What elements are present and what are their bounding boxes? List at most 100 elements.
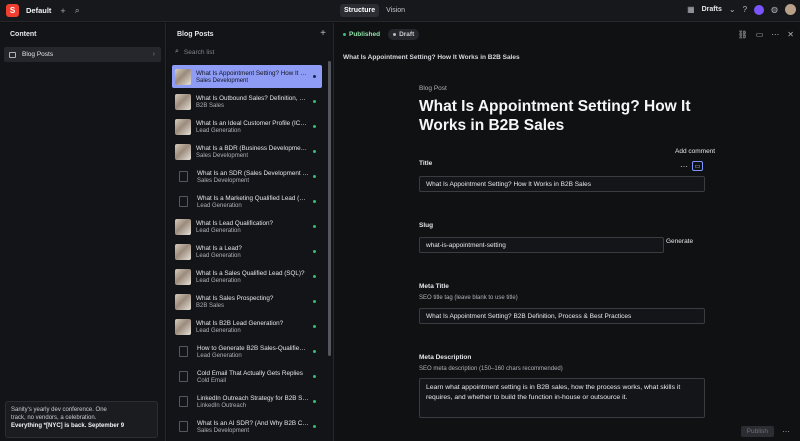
sanity-logo-icon[interactable]: S — [6, 4, 19, 17]
meta-title-help: SEO title tag (leave blank to use title) — [419, 295, 518, 301]
tool-tabs: Structure Vision — [340, 4, 409, 17]
list-item[interactable]: What Is an SDR (Sales Development Rep)? S… — [172, 165, 322, 188]
chevron-down-icon[interactable]: ⌄ — [729, 5, 736, 14]
list-item-title: How to Generate B2B Sales-Qualified Lead… — [197, 344, 309, 352]
document-heading: What Is Appointment Setting? How It Work… — [419, 98, 691, 134]
sidebar-item-blog-posts[interactable]: Blog Posts › — [4, 47, 161, 62]
settings-icon[interactable]: ◍ — [771, 5, 778, 14]
document-icon — [179, 396, 188, 407]
draft-label: Draft — [399, 31, 415, 38]
list-item[interactable]: What Is B2B Lead Generation? Lead Generat… — [172, 315, 322, 338]
status-dot — [313, 250, 316, 253]
create-document-icon[interactable]: + — [320, 28, 326, 39]
list-item[interactable]: What Is Outbound Sales? Definition, Proc… — [172, 90, 322, 113]
list-item[interactable]: What Is Lead Qualification? Lead Generati… — [172, 215, 322, 238]
draft-dot — [393, 33, 397, 36]
status-dot — [313, 150, 316, 153]
more-icon[interactable]: ⋯ — [771, 30, 779, 39]
generate-button[interactable]: Generate — [666, 238, 693, 245]
user-avatar[interactable] — [785, 4, 796, 15]
published-label: Published — [349, 31, 381, 38]
list-item[interactable]: What Is an Ideal Customer Profile (ICP)?… — [172, 115, 322, 138]
title-input[interactable]: What Is Appointment Setting? How It Work… — [419, 176, 705, 192]
publish-more-icon[interactable]: ⋯ — [782, 427, 790, 436]
meta-title-input[interactable]: What Is Appointment Setting? B2B Definit… — [419, 308, 705, 324]
workspace-name[interactable]: Default — [26, 6, 51, 15]
list-item[interactable]: What Is a BDR (Business Development Rep)… — [172, 140, 322, 163]
drafts-button[interactable]: Drafts — [702, 6, 722, 13]
chevron-right-icon: › — [152, 51, 155, 58]
comment-icon[interactable]: ▭ — [756, 30, 764, 39]
status-dot — [313, 400, 316, 403]
post-thumbnail — [175, 293, 191, 310]
list-item-category: Lead Generation — [196, 327, 241, 334]
close-icon[interactable]: ✕ — [787, 30, 794, 39]
list-item[interactable]: What Is Appointment Setting? How It Work… — [172, 65, 322, 88]
tab-vision[interactable]: Vision — [382, 4, 409, 17]
post-thumbnail — [175, 268, 191, 285]
promo-headline: Everything *[NYC] is back. September 9 — [11, 423, 125, 429]
published-status-badge[interactable]: Published — [343, 31, 380, 38]
list-item[interactable]: What Is a Sales Qualified Lead (SQL)? Lea… — [172, 265, 322, 288]
folder-icon — [9, 51, 16, 58]
content-pane: Content Blog Posts › Sanity's yearly dev… — [0, 23, 166, 441]
post-thumbnail — [175, 143, 191, 160]
list-item-title: What Is Outbound Sales? Definition, Proc… — [196, 94, 308, 102]
slug-label: Slug — [419, 222, 434, 229]
document-icon — [179, 196, 188, 207]
list-item[interactable]: What Is a Lead? Lead Generation — [172, 240, 322, 263]
list-item-title: What Is a BDR (Business Development Rep)… — [196, 144, 308, 152]
search-input[interactable]: ⌕ Search list — [175, 48, 214, 56]
list-item-category: Cold Email — [197, 377, 227, 384]
calendar-icon[interactable]: ▦ — [687, 5, 695, 14]
list-item[interactable]: LinkedIn Outreach Strategy for B2B Sales… — [172, 390, 322, 413]
status-dot — [313, 325, 316, 328]
list-item-category: LinkedIn Outreach — [197, 402, 247, 409]
presence-icon[interactable] — [754, 4, 765, 15]
list-item-category: Lead Generation — [196, 252, 241, 259]
list-item-category: Lead Generation — [197, 202, 242, 209]
add-comment-button[interactable]: ▭ — [692, 161, 703, 171]
field-more-icon[interactable]: ⋯ — [680, 162, 688, 171]
promo-line-2: track, no vendors, a celebration. — [11, 415, 97, 421]
search-placeholder: Search list — [183, 48, 215, 56]
status-dot — [313, 300, 316, 303]
title-field-actions: ⋯ ▭ — [680, 161, 703, 171]
list-item-title: Cold Email That Actually Gets Replies — [197, 369, 303, 377]
document-icon — [179, 346, 188, 357]
list-item[interactable]: What Is Sales Prospecting? B2B Sales — [172, 290, 322, 313]
list-item-title: LinkedIn Outreach Strategy for B2B Sales — [197, 394, 309, 402]
document-title-bar: What Is Appointment Setting? How It Work… — [343, 54, 520, 61]
content-pane-title: Content — [10, 31, 37, 38]
search-icon: ⌕ — [175, 48, 179, 55]
search-icon[interactable]: ⌕ — [75, 5, 80, 16]
list-item[interactable]: What Is a Marketing Qualified Lead (MQL)… — [172, 190, 322, 213]
post-thumbnail — [175, 68, 191, 85]
list-scrollbar[interactable] — [328, 61, 331, 356]
plus-icon[interactable]: + — [60, 6, 65, 16]
list-item-category: Lead Generation — [196, 127, 241, 134]
help-icon[interactable]: ? — [743, 5, 747, 14]
post-thumbnail — [175, 118, 191, 135]
conference-promo[interactable]: Sanity's yearly dev conference. One trac… — [5, 401, 158, 438]
top-right-controls: ▦ Drafts ⌄ ? ◍ — [687, 4, 796, 15]
promo-line-3: Everything *[NYC] is back. September 9 — [11, 422, 152, 430]
list-item-title: What Is a Lead? — [196, 244, 242, 252]
meta-description-textarea[interactable]: Learn what appointment setting is in B2B… — [419, 378, 705, 418]
link-icon[interactable]: ⛓ — [738, 30, 748, 39]
tab-structure[interactable]: Structure — [340, 4, 380, 17]
list-item-title: What Is a Marketing Qualified Lead (MQL)… — [197, 194, 309, 202]
status-dot — [313, 175, 316, 178]
slug-input[interactable]: what-is-appointment-setting — [419, 237, 664, 253]
list-item[interactable]: How to Generate B2B Sales-Qualified Lead… — [172, 340, 322, 363]
document-type-label: Blog Post — [419, 85, 447, 92]
draft-status-badge[interactable]: Draft — [388, 29, 420, 40]
document-actions: ⛓ ▭ ⋯ ✕ — [738, 30, 794, 39]
status-dot — [313, 425, 316, 428]
list-item[interactable]: What Is an AI SDR? (And Why B2B Companie… — [172, 415, 322, 438]
list-item-category: Sales Development — [196, 77, 249, 84]
publish-button[interactable]: Publish — [740, 426, 774, 437]
status-dot — [313, 125, 316, 128]
list-item[interactable]: Cold Email That Actually Gets Replies Col… — [172, 365, 322, 388]
list-item-category: Lead Generation — [196, 227, 241, 234]
